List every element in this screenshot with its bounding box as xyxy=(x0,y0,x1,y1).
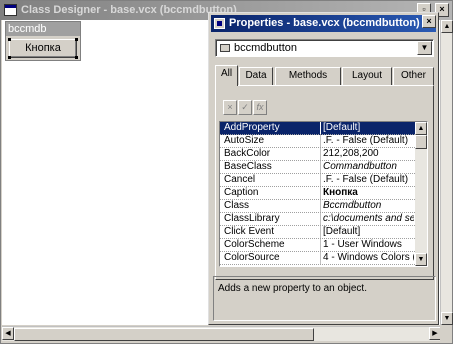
tab-all[interactable]: All xyxy=(215,65,238,86)
scroll-up-icon[interactable]: ▲ xyxy=(415,122,427,135)
property-row[interactable]: BackColor 212,208,200 xyxy=(220,148,415,161)
chevron-down-icon[interactable]: ▼ xyxy=(417,41,432,55)
properties-titlebar[interactable]: Properties - base.vcx (bccmdbutton) xyxy=(211,15,436,32)
property-row[interactable]: Click Event [Default] xyxy=(220,226,415,239)
object-name: bccmdbutton xyxy=(234,42,297,54)
tab-other[interactable]: Other xyxy=(393,67,434,85)
property-tabs: All Data Methods Layout Other xyxy=(215,65,434,86)
scroll-thumb[interactable] xyxy=(415,135,427,149)
grid-vertical-scrollbar[interactable]: ▲ ▼ xyxy=(415,122,427,266)
property-name: Click Event xyxy=(224,226,275,237)
selection-handle[interactable] xyxy=(8,38,11,41)
property-name: Cancel xyxy=(224,174,256,185)
property-row[interactable]: AutoSize .F. - False (Default) xyxy=(220,135,415,148)
property-value[interactable]: .F. - False (Default) xyxy=(320,174,414,186)
designer-vertical-scrollbar[interactable]: ▲ ▼ xyxy=(440,20,453,325)
selection-handle[interactable] xyxy=(8,56,11,59)
property-row[interactable]: Class Bccmdbutton xyxy=(220,200,415,213)
property-value[interactable]: 4 - Windows Colors (De xyxy=(320,252,414,264)
property-name: AutoSize xyxy=(224,135,265,146)
cancel-edit-icon[interactable]: × xyxy=(223,100,237,115)
property-name: AddProperty xyxy=(224,122,280,133)
property-name: BaseClass xyxy=(224,161,272,172)
property-name: ColorScheme xyxy=(224,239,285,250)
property-grid: AddProperty [Default] AutoSize .F. - False … xyxy=(219,121,428,267)
property-value[interactable]: Кнопка xyxy=(320,187,414,199)
property-row[interactable]: ColorScheme 1 - User Windows xyxy=(220,239,415,252)
property-name: ClassLibrary xyxy=(224,213,280,224)
property-description: Adds a new property to an object. xyxy=(213,276,436,321)
property-row[interactable]: ClassLibrary c:\documents and setti xyxy=(220,213,415,226)
class-container[interactable]: bccmdb Кнопка xyxy=(5,21,81,61)
property-row[interactable]: Caption Кнопка xyxy=(220,187,415,200)
property-value[interactable]: 212,208,200 xyxy=(320,148,414,160)
scroll-up-icon[interactable]: ▲ xyxy=(441,20,453,33)
selection-handle[interactable] xyxy=(75,56,78,59)
function-icon[interactable]: fx xyxy=(253,100,267,115)
property-value[interactable]: Commandbutton xyxy=(320,161,414,173)
window-icon xyxy=(4,4,17,16)
tab-data[interactable]: Data xyxy=(239,67,273,85)
property-name: ColorSource xyxy=(224,252,280,263)
property-name: BackColor xyxy=(224,148,271,159)
class-container-title: bccmdb xyxy=(6,22,80,36)
property-value[interactable]: c:\documents and setti xyxy=(320,213,414,225)
property-value[interactable]: 1 - User Windows xyxy=(320,239,414,251)
properties-icon xyxy=(214,18,225,29)
scrollbar-corner xyxy=(440,326,452,341)
object-icon xyxy=(220,44,230,52)
class-designer-title: Class Designer - base.vcx (bccmdbutton) xyxy=(21,4,237,16)
object-selector[interactable]: bccmdbutton ▼ xyxy=(215,39,434,57)
property-row[interactable]: AddProperty [Default] xyxy=(220,122,415,135)
scroll-down-icon[interactable]: ▼ xyxy=(415,253,427,266)
property-name: Class xyxy=(224,200,250,211)
property-name: Caption xyxy=(224,187,259,198)
scroll-thumb[interactable] xyxy=(14,328,314,341)
button-caption: Кнопка xyxy=(25,42,61,54)
tab-layout[interactable]: Layout xyxy=(342,67,392,85)
properties-title: Properties - base.vcx (bccmdbutton) xyxy=(229,17,420,29)
scroll-left-icon[interactable]: ◀ xyxy=(2,327,14,340)
properties-window: Properties - base.vcx (bccmdbutton) × bc… xyxy=(208,12,439,325)
property-value[interactable]: [Default] xyxy=(320,122,414,134)
property-value[interactable]: .F. - False (Default) xyxy=(320,135,414,147)
property-row[interactable]: ColorSource 4 - Windows Colors (De xyxy=(220,252,415,265)
property-row[interactable]: BaseClass Commandbutton xyxy=(220,161,415,174)
accept-edit-icon[interactable]: ✓ xyxy=(238,100,252,115)
selection-handle[interactable] xyxy=(75,38,78,41)
tab-methods[interactable]: Methods xyxy=(275,67,341,85)
property-value[interactable]: [Default] xyxy=(320,226,414,238)
scroll-down-icon[interactable]: ▼ xyxy=(441,312,453,325)
command-button-preview[interactable]: Кнопка xyxy=(8,38,78,59)
designer-horizontal-scrollbar[interactable]: ◀ ▶ xyxy=(2,326,441,341)
property-value[interactable]: Bccmdbutton xyxy=(320,200,414,212)
close-icon[interactable]: × xyxy=(422,15,436,28)
property-row[interactable]: Cancel .F. - False (Default) xyxy=(220,174,415,187)
